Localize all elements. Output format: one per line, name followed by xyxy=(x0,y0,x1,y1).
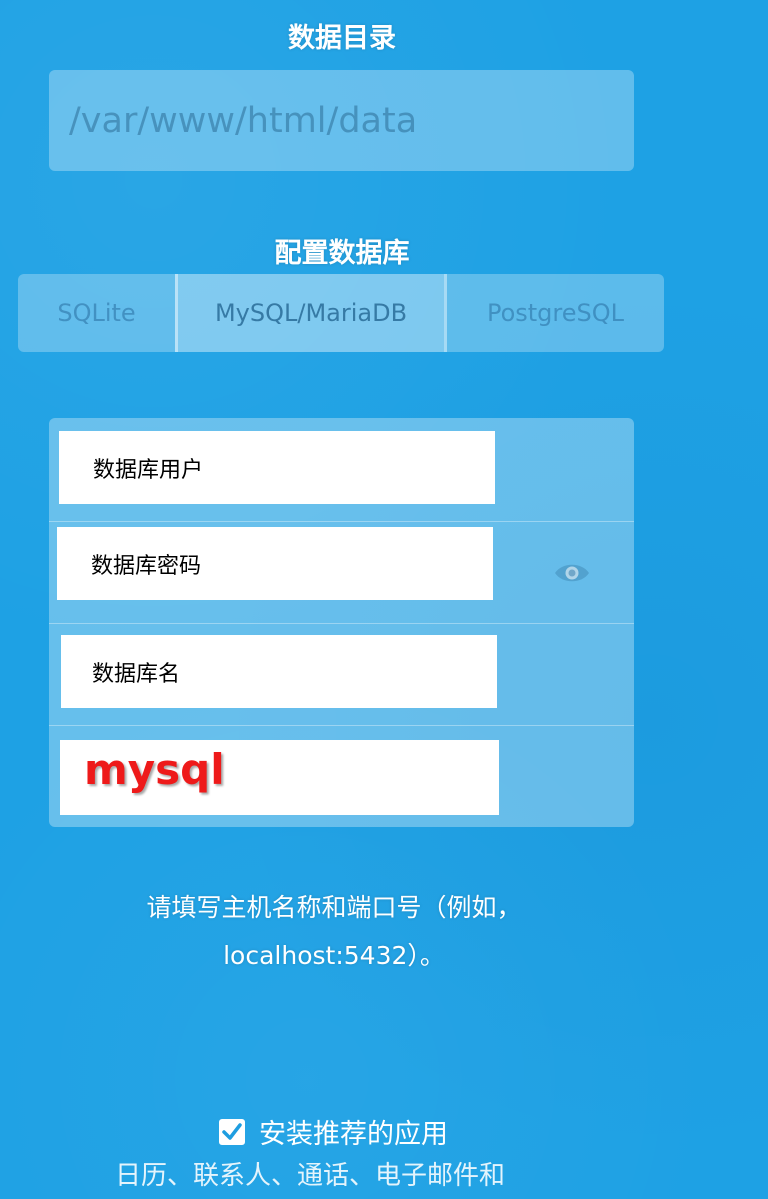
install-apps-label[interactable]: 安装推荐的应用 xyxy=(259,1112,448,1151)
data-directory-title: 数据目录 xyxy=(288,23,396,54)
database-name-field[interactable]: 数据库名 xyxy=(61,635,497,708)
recommended-apps-description: 日历、联系人、通话、电子邮件和 xyxy=(115,1161,506,1191)
tab-mysql-mariadb[interactable]: MySQL/MariaDB xyxy=(175,274,444,352)
install-apps-checkbox[interactable] xyxy=(219,1119,245,1145)
database-type-tabs: SQLite MySQL/MariaDB PostgreSQL xyxy=(18,274,664,352)
host-hint-line-2: localhost:5432）。 xyxy=(223,941,445,970)
form-divider xyxy=(49,521,634,522)
form-divider xyxy=(49,725,634,726)
host-hint-line-1: 请填写主机名称和端口号（例如， xyxy=(146,893,522,922)
tab-sqlite[interactable]: SQLite xyxy=(18,274,175,352)
tab-postgresql[interactable]: PostgreSQL xyxy=(444,274,664,352)
data-directory-field[interactable] xyxy=(49,70,634,171)
database-user-field[interactable]: 数据库用户 xyxy=(59,431,495,504)
database-host-value: mysql xyxy=(84,745,225,794)
form-divider xyxy=(49,623,634,624)
database-password-field[interactable]: 数据库密码 xyxy=(57,527,493,600)
eye-icon[interactable] xyxy=(553,560,591,586)
database-password-label: 数据库密码 xyxy=(91,553,202,579)
check-icon xyxy=(222,1123,242,1140)
data-directory-input[interactable] xyxy=(69,100,634,141)
database-name-label: 数据库名 xyxy=(92,661,181,687)
database-config-title: 配置数据库 xyxy=(274,238,410,269)
database-user-label: 数据库用户 xyxy=(93,457,204,483)
database-host-field[interactable]: mysql xyxy=(60,740,499,815)
